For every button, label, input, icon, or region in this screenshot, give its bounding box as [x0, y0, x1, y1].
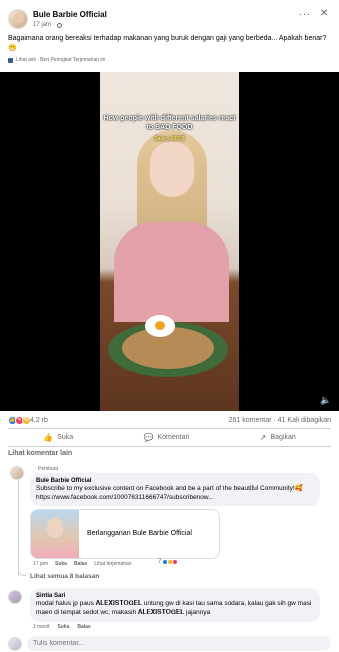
- comment-reactions[interactable]: 7: [158, 559, 179, 565]
- comment-meta: 1 menit Suka Balas: [33, 624, 91, 630]
- comment-label: Komentari: [157, 433, 190, 441]
- comment-meta: 17 jam Suka Balas Lihat terjemahan: [33, 561, 132, 567]
- fried-egg: [145, 315, 175, 337]
- comment-avatar[interactable]: [8, 590, 22, 604]
- comment-time[interactable]: 17 jam: [33, 561, 48, 567]
- share-button[interactable]: ↗ Bagikan: [260, 430, 296, 444]
- like-button[interactable]: 👍 Suka: [43, 430, 73, 444]
- view-other-comments[interactable]: Lihat komentar lain: [8, 450, 72, 457]
- page-avatar[interactable]: [8, 9, 28, 29]
- preview-thumbnail: [31, 510, 79, 558]
- comment-text[interactable]: Subscribe to my exclusive content on Fac…: [36, 485, 314, 502]
- action-bar: 👍 Suka 💬 Komentari ↗ Bagikan: [8, 430, 331, 444]
- love-reaction-icon: [172, 559, 179, 565]
- see-translation-link[interactable]: Lihat terjemahan: [94, 561, 131, 567]
- post-time[interactable]: 17 jam: [33, 22, 51, 28]
- comment-like-link[interactable]: Suka: [55, 561, 67, 567]
- comment-reply-link[interactable]: Balas: [77, 624, 90, 630]
- comment-button[interactable]: 💬 Komentari: [144, 430, 190, 444]
- divider: [8, 428, 331, 429]
- comment-avatar[interactable]: [10, 466, 24, 480]
- see-all-replies[interactable]: Lihat semua 8 balasan: [30, 573, 99, 580]
- write-comment-row: [0, 634, 339, 652]
- comment-share-count[interactable]: 261 komentar · 41 Kali dibagikan: [229, 417, 331, 424]
- more-icon[interactable]: ···: [299, 9, 311, 20]
- comment-time[interactable]: 1 menit: [33, 624, 49, 630]
- reactions-row: 👍 ♥ 😆 4,2 rb 261 komentar · 41 Kali diba…: [8, 416, 331, 428]
- comment-icon: 💬: [143, 432, 154, 442]
- translate-text[interactable]: Lihat asli · Beri Peringkat Terjemahan i…: [16, 57, 105, 63]
- translate-line[interactable]: Lihat asli · Beri Peringkat Terjemahan i…: [8, 57, 105, 63]
- post-header: Bule Barbie Official 17 jam · ··· ✕ Baga…: [0, 0, 339, 70]
- person-shirt: [114, 222, 229, 322]
- globe-icon: [57, 22, 63, 28]
- separator: ·: [53, 22, 56, 28]
- divider: [8, 446, 331, 447]
- comment-bubble: Sintia Sari modal halus jp paus 𝐀𝐋𝐄𝐗𝐈𝐒𝐓𝐎…: [30, 588, 320, 622]
- share-label: Bagikan: [270, 433, 296, 441]
- video-player[interactable]: How people with different salaries react…: [0, 72, 339, 411]
- translate-icon: [8, 57, 13, 63]
- volume-icon[interactable]: 🔈: [320, 395, 331, 406]
- thread-hook: [18, 566, 26, 576]
- page-name[interactable]: Bule Barbie Official: [33, 10, 107, 19]
- post-caption: Bagaimana orang bereaksi terhadap makana…: [8, 35, 327, 52]
- comment-reply-link[interactable]: Balas: [74, 561, 87, 567]
- like-label: Suka: [57, 433, 74, 441]
- share-icon: ↗: [259, 432, 267, 442]
- video-subtitle: Salary 3000$: [154, 136, 185, 142]
- thumbs-up-icon: 👍: [43, 432, 54, 442]
- thread-line: [18, 480, 19, 576]
- comment-author[interactable]: Sintia Sari: [36, 593, 314, 600]
- preview-title: Berlangganan Bule Barbie Official: [87, 530, 192, 537]
- author-badge: Pembuat: [38, 466, 59, 472]
- comment-bubble: Bule Barbie Official Subscribe to my exc…: [30, 473, 320, 506]
- reaction-icons[interactable]: 👍 ♥ 😆: [8, 416, 31, 425]
- comment-like-link[interactable]: Suka: [57, 624, 69, 630]
- person-face: [150, 142, 194, 197]
- user-avatar[interactable]: [8, 637, 22, 651]
- comment-input[interactable]: [27, 636, 331, 651]
- post-meta: 17 jam ·: [33, 22, 63, 28]
- comment-author[interactable]: Bule Barbie Official: [36, 478, 314, 485]
- comment-text[interactable]: modal halus jp paus 𝐀𝐋𝐄𝐗𝐈𝐒𝐓𝐎𝐆𝐄𝐋 untung g…: [36, 600, 314, 617]
- link-preview-card[interactable]: Berlangganan Bule Barbie Official: [30, 509, 220, 559]
- video-title: How people with different salaries react…: [103, 115, 236, 131]
- comment-reaction-count: 7: [158, 559, 162, 565]
- reaction-count[interactable]: 4,2 rb: [30, 417, 48, 424]
- close-icon[interactable]: ✕: [320, 8, 328, 19]
